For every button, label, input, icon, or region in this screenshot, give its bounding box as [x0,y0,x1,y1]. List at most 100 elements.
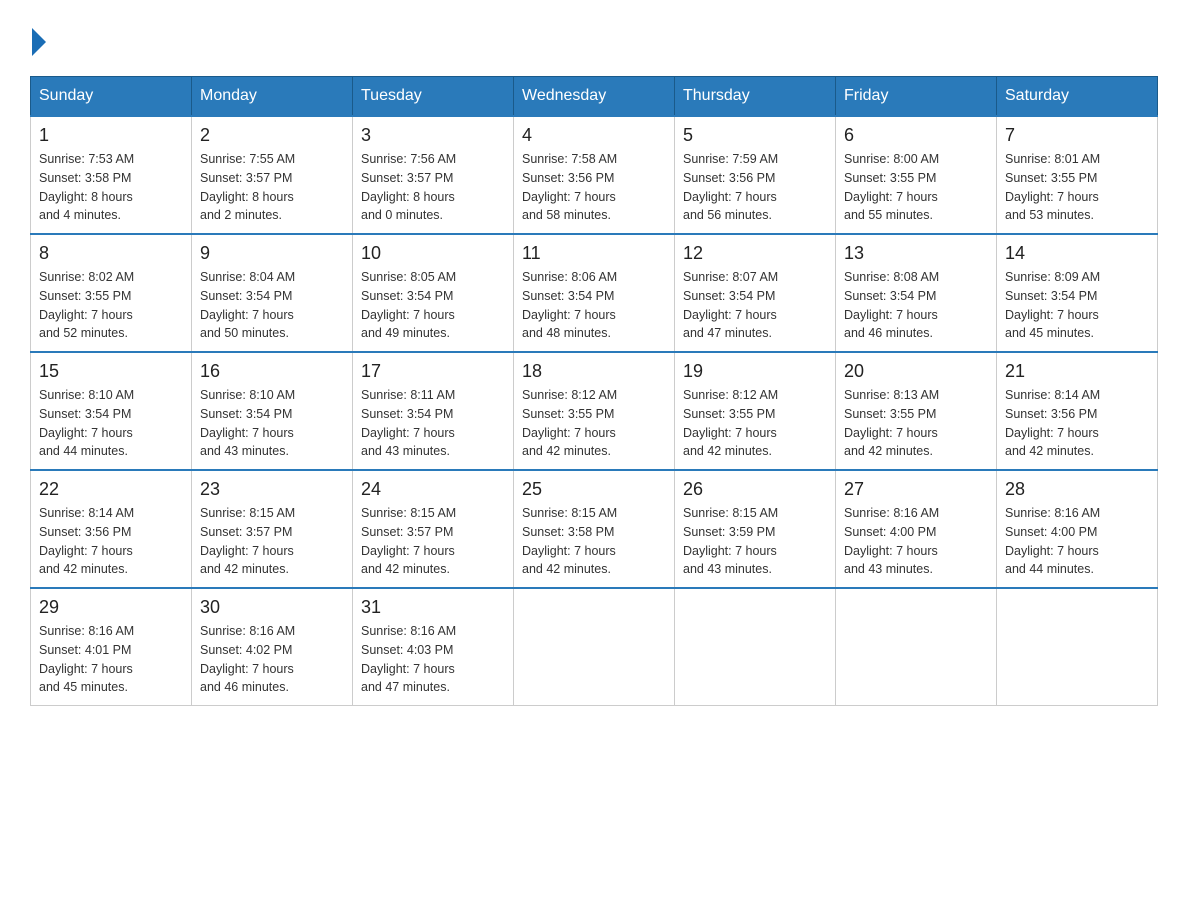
day-number: 11 [522,243,666,264]
day-number: 18 [522,361,666,382]
day-number: 27 [844,479,988,500]
day-number: 16 [200,361,344,382]
day-number: 21 [1005,361,1149,382]
calendar-cell: 22Sunrise: 8:14 AMSunset: 3:56 PMDayligh… [31,470,192,588]
calendar-cell: 15 Sunrise: 8:10 AMSunset: 3:54 PMDayligh… [31,352,192,470]
calendar-cell: 14 Sunrise: 8:09 AMSunset: 3:54 PMDayligh… [997,234,1158,352]
day-info: Sunrise: 7:56 AMSunset: 3:57 PMDaylight:… [361,150,505,225]
day-info: Sunrise: 8:16 AMSunset: 4:00 PMDaylight:… [844,504,988,579]
day-number: 17 [361,361,505,382]
day-info: Sunrise: 8:15 AMSunset: 3:58 PMDaylight:… [522,504,666,579]
day-number: 30 [200,597,344,618]
day-info: Sunrise: 7:55 AMSunset: 3:57 PMDaylight:… [200,150,344,225]
calendar-cell: 7 Sunrise: 8:01 AMSunset: 3:55 PMDaylight… [997,116,1158,234]
calendar-cell: 26Sunrise: 8:15 AMSunset: 3:59 PMDayligh… [675,470,836,588]
day-info: Sunrise: 8:11 AMSunset: 3:54 PMDaylight:… [361,386,505,461]
week-row-2: 8 Sunrise: 8:02 AMSunset: 3:55 PMDaylight… [31,234,1158,352]
day-number: 23 [200,479,344,500]
calendar-cell [514,588,675,706]
logo-arrow-icon [32,28,46,56]
calendar-cell: 19 Sunrise: 8:12 AMSunset: 3:55 PMDayligh… [675,352,836,470]
day-info: Sunrise: 7:53 AMSunset: 3:58 PMDaylight:… [39,150,183,225]
day-header-tuesday: Tuesday [353,77,514,117]
day-number: 20 [844,361,988,382]
day-number: 10 [361,243,505,264]
day-info: Sunrise: 7:59 AMSunset: 3:56 PMDaylight:… [683,150,827,225]
day-info: Sunrise: 8:08 AMSunset: 3:54 PMDaylight:… [844,268,988,343]
day-number: 19 [683,361,827,382]
calendar-cell: 31 Sunrise: 8:16 AMSunset: 4:03 PMDayligh… [353,588,514,706]
calendar-cell: 24 Sunrise: 8:15 AMSunset: 3:57 PMDayligh… [353,470,514,588]
day-header-sunday: Sunday [31,77,192,117]
day-info: Sunrise: 7:58 AMSunset: 3:56 PMDaylight:… [522,150,666,225]
calendar-cell: 8 Sunrise: 8:02 AMSunset: 3:55 PMDaylight… [31,234,192,352]
day-info: Sunrise: 8:12 AMSunset: 3:55 PMDaylight:… [522,386,666,461]
day-number: 8 [39,243,183,264]
calendar-header-row: SundayMondayTuesdayWednesdayThursdayFrid… [31,77,1158,117]
day-info: Sunrise: 8:09 AMSunset: 3:54 PMDaylight:… [1005,268,1149,343]
calendar-cell: 30 Sunrise: 8:16 AMSunset: 4:02 PMDayligh… [192,588,353,706]
calendar-cell: 1 Sunrise: 7:53 AMSunset: 3:58 PMDaylight… [31,116,192,234]
page-header [30,20,1158,56]
day-info: Sunrise: 8:10 AMSunset: 3:54 PMDaylight:… [200,386,344,461]
day-info: Sunrise: 8:04 AMSunset: 3:54 PMDaylight:… [200,268,344,343]
day-number: 14 [1005,243,1149,264]
calendar-cell: 12Sunrise: 8:07 AMSunset: 3:54 PMDayligh… [675,234,836,352]
week-row-1: 1 Sunrise: 7:53 AMSunset: 3:58 PMDaylight… [31,116,1158,234]
calendar-cell: 25Sunrise: 8:15 AMSunset: 3:58 PMDayligh… [514,470,675,588]
day-number: 13 [844,243,988,264]
day-header-wednesday: Wednesday [514,77,675,117]
calendar-cell: 2Sunrise: 7:55 AMSunset: 3:57 PMDaylight… [192,116,353,234]
day-number: 24 [361,479,505,500]
day-info: Sunrise: 8:16 AMSunset: 4:03 PMDaylight:… [361,622,505,697]
calendar-cell: 4 Sunrise: 7:58 AMSunset: 3:56 PMDaylight… [514,116,675,234]
day-info: Sunrise: 8:16 AMSunset: 4:00 PMDaylight:… [1005,504,1149,579]
day-header-monday: Monday [192,77,353,117]
calendar-cell: 27 Sunrise: 8:16 AMSunset: 4:00 PMDayligh… [836,470,997,588]
day-info: Sunrise: 8:00 AMSunset: 3:55 PMDaylight:… [844,150,988,225]
day-info: Sunrise: 8:15 AMSunset: 3:57 PMDaylight:… [200,504,344,579]
day-info: Sunrise: 8:15 AMSunset: 3:57 PMDaylight:… [361,504,505,579]
calendar-cell: 18 Sunrise: 8:12 AMSunset: 3:55 PMDayligh… [514,352,675,470]
day-number: 7 [1005,125,1149,146]
calendar-cell: 29 Sunrise: 8:16 AMSunset: 4:01 PMDayligh… [31,588,192,706]
day-info: Sunrise: 8:01 AMSunset: 3:55 PMDaylight:… [1005,150,1149,225]
day-number: 5 [683,125,827,146]
day-number: 9 [200,243,344,264]
calendar-cell: 6 Sunrise: 8:00 AMSunset: 3:55 PMDaylight… [836,116,997,234]
calendar-cell: 28 Sunrise: 8:16 AMSunset: 4:00 PMDayligh… [997,470,1158,588]
day-header-saturday: Saturday [997,77,1158,117]
calendar-cell: 11 Sunrise: 8:06 AMSunset: 3:54 PMDayligh… [514,234,675,352]
day-number: 4 [522,125,666,146]
day-info: Sunrise: 8:16 AMSunset: 4:01 PMDaylight:… [39,622,183,697]
day-info: Sunrise: 8:14 AMSunset: 3:56 PMDaylight:… [1005,386,1149,461]
day-number: 26 [683,479,827,500]
calendar-cell: 3 Sunrise: 7:56 AMSunset: 3:57 PMDaylight… [353,116,514,234]
day-header-thursday: Thursday [675,77,836,117]
day-header-friday: Friday [836,77,997,117]
calendar-cell [836,588,997,706]
calendar-cell [675,588,836,706]
day-info: Sunrise: 8:14 AMSunset: 3:56 PMDaylight:… [39,504,183,579]
day-info: Sunrise: 8:05 AMSunset: 3:54 PMDaylight:… [361,268,505,343]
day-info: Sunrise: 8:07 AMSunset: 3:54 PMDaylight:… [683,268,827,343]
day-number: 15 [39,361,183,382]
calendar-cell: 13 Sunrise: 8:08 AMSunset: 3:54 PMDayligh… [836,234,997,352]
day-number: 29 [39,597,183,618]
day-number: 3 [361,125,505,146]
calendar-cell: 23 Sunrise: 8:15 AMSunset: 3:57 PMDayligh… [192,470,353,588]
day-number: 1 [39,125,183,146]
day-info: Sunrise: 8:10 AMSunset: 3:54 PMDaylight:… [39,386,183,461]
calendar-cell: 20 Sunrise: 8:13 AMSunset: 3:55 PMDayligh… [836,352,997,470]
calendar-cell: 17 Sunrise: 8:11 AMSunset: 3:54 PMDayligh… [353,352,514,470]
day-info: Sunrise: 8:02 AMSunset: 3:55 PMDaylight:… [39,268,183,343]
day-number: 6 [844,125,988,146]
day-number: 28 [1005,479,1149,500]
calendar-table: SundayMondayTuesdayWednesdayThursdayFrid… [30,76,1158,706]
calendar-cell: 21 Sunrise: 8:14 AMSunset: 3:56 PMDayligh… [997,352,1158,470]
day-number: 31 [361,597,505,618]
day-info: Sunrise: 8:13 AMSunset: 3:55 PMDaylight:… [844,386,988,461]
day-info: Sunrise: 8:12 AMSunset: 3:55 PMDaylight:… [683,386,827,461]
day-info: Sunrise: 8:16 AMSunset: 4:02 PMDaylight:… [200,622,344,697]
day-info: Sunrise: 8:06 AMSunset: 3:54 PMDaylight:… [522,268,666,343]
